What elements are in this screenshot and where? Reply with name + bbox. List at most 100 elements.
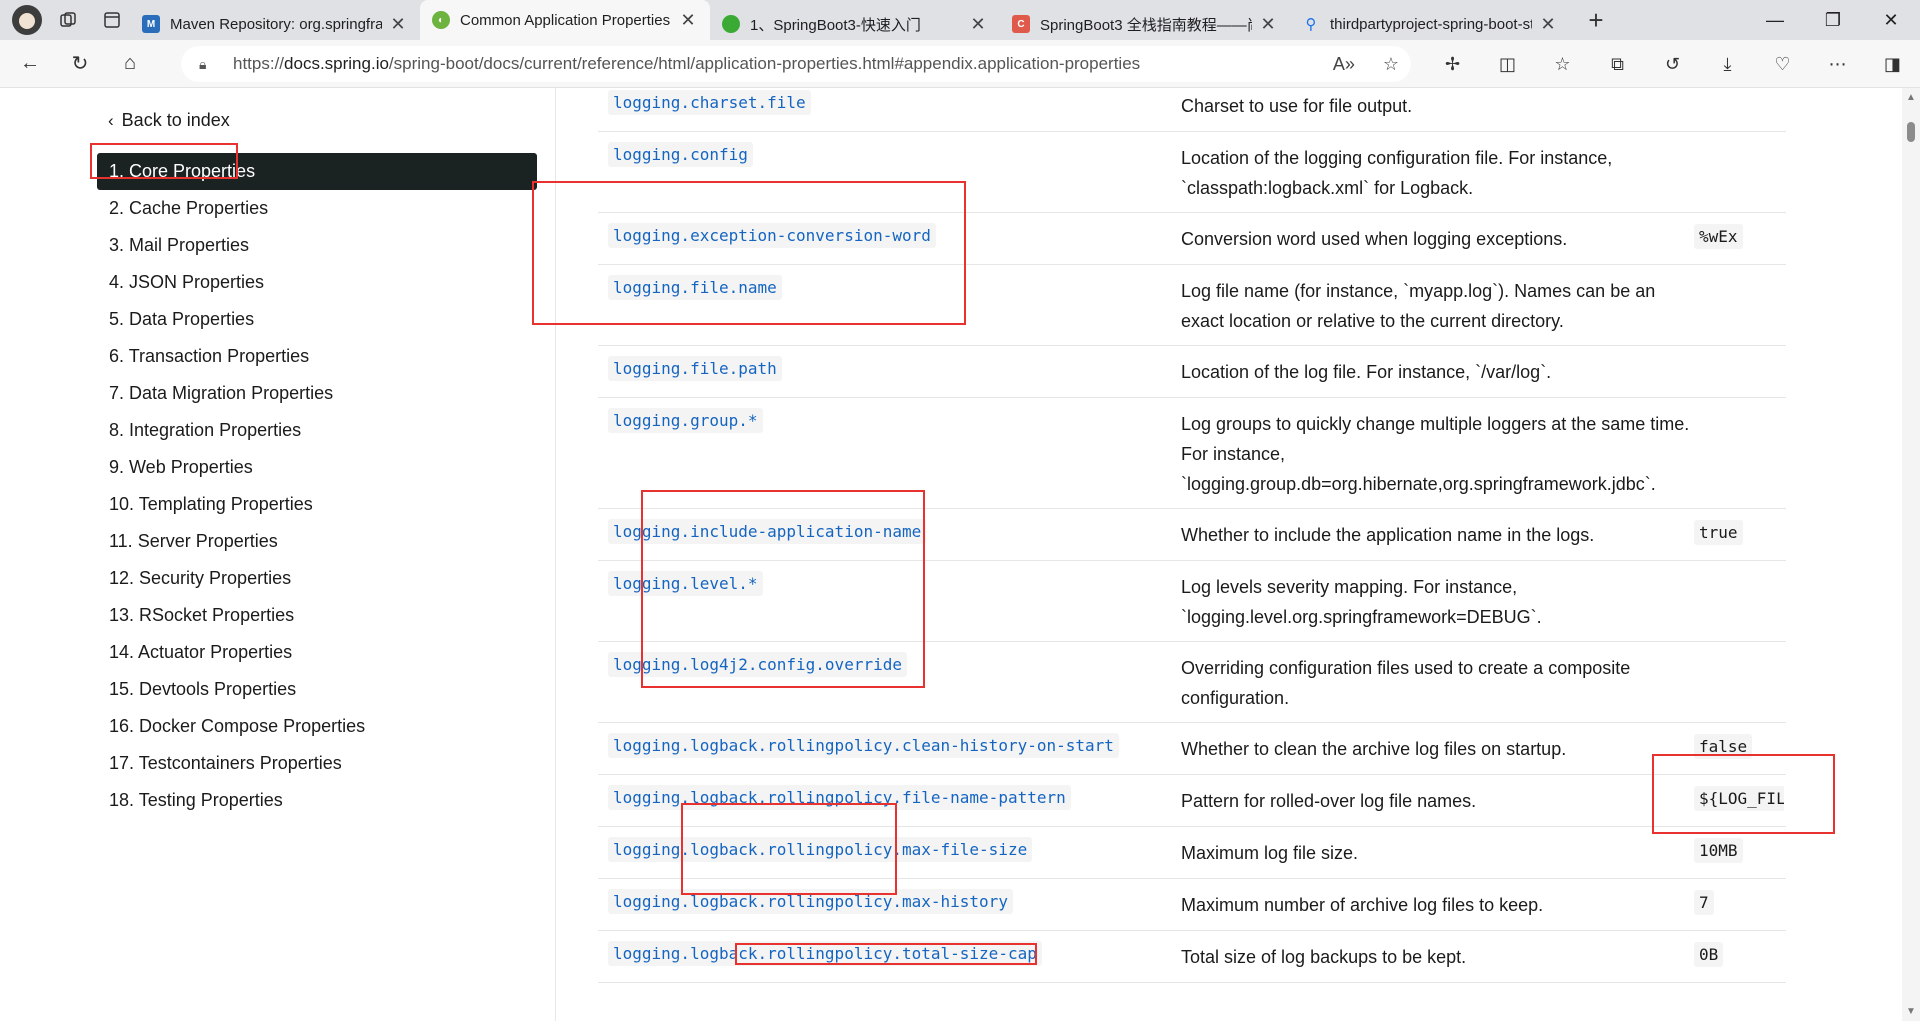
property-default-value: 0B bbox=[1694, 942, 1724, 967]
spring-icon: ◐ bbox=[432, 11, 450, 29]
toc-item[interactable]: 17. Testcontainers Properties bbox=[97, 745, 537, 782]
scrollbar-thumb[interactable] bbox=[1907, 122, 1915, 142]
performance-icon[interactable]: ♡ bbox=[1755, 54, 1810, 75]
sidebar-toggle-icon[interactable]: ◨ bbox=[1865, 54, 1920, 75]
omnibox-actions: A» ☆ bbox=[1333, 54, 1399, 75]
toc-sidebar: ‹ Back to index 1. Core Properties 2. Cac… bbox=[0, 88, 556, 1021]
annotation-box bbox=[90, 143, 238, 179]
property-description: Log groups to quickly change multiple lo… bbox=[1181, 414, 1690, 494]
tab-maven[interactable]: M Maven Repository: org.springframework … bbox=[130, 8, 420, 40]
property-description: Conversion word used when logging except… bbox=[1181, 229, 1568, 249]
maximize-icon[interactable]: ❐ bbox=[1804, 0, 1862, 40]
close-icon[interactable]: ✕ bbox=[1258, 14, 1278, 35]
split-screen-icon[interactable]: ◫ bbox=[1480, 54, 1535, 75]
property-description: Overriding configuration files used to c… bbox=[1181, 658, 1631, 708]
property-row: logging.charset.file Charset to use for f… bbox=[598, 88, 1786, 132]
tab-bar: M Maven Repository: org.springframework … bbox=[0, 0, 1920, 40]
back-arrow-icon[interactable]: ← bbox=[10, 46, 50, 82]
scroll-up-icon[interactable]: ▲ bbox=[1906, 92, 1916, 103]
back-to-index-link[interactable]: ‹ Back to index bbox=[108, 110, 230, 131]
tab-title: Maven Repository: org.springframework bbox=[170, 15, 382, 33]
annotation-box bbox=[735, 943, 1037, 965]
workspaces-icon[interactable] bbox=[50, 4, 86, 36]
scrollbar[interactable]: ▲ ▼ bbox=[1902, 88, 1920, 1021]
lock-icon[interactable]: 🔒︎ bbox=[199, 56, 219, 73]
toc-item[interactable]: 4. JSON Properties bbox=[97, 264, 537, 301]
new-tab-button[interactable]: + bbox=[1576, 4, 1616, 36]
toc-item[interactable]: 5. Data Properties bbox=[97, 301, 537, 338]
close-icon[interactable]: ✕ bbox=[968, 14, 988, 35]
property-row: logging.logback.rollingpolicy.clean-hist… bbox=[598, 723, 1786, 775]
toc-item[interactable]: 13. RSocket Properties bbox=[97, 597, 537, 634]
scroll-down-icon[interactable]: ▼ bbox=[1906, 1006, 1916, 1017]
c-icon: C bbox=[1012, 15, 1030, 33]
home-icon[interactable]: ⌂ bbox=[110, 46, 150, 82]
tab-actions-icon[interactable] bbox=[94, 4, 130, 36]
annotation-box bbox=[641, 490, 925, 688]
property-name-cell: logging.file.path bbox=[608, 356, 782, 381]
refresh-icon[interactable]: ↻ bbox=[60, 46, 100, 82]
property-description: Total size of log backups to be kept. bbox=[1181, 947, 1467, 967]
address-bar: ← ↻ ⌂ 🔒︎ https://docs.spring.io/spring-b… bbox=[0, 40, 1920, 88]
property-description: Pattern for rolled-over log file names. bbox=[1181, 791, 1477, 811]
close-window-icon[interactable]: ✕ bbox=[1862, 0, 1920, 40]
tab-title: thirdpartyproject-spring-boot-starter bbox=[1330, 15, 1532, 33]
toc-item[interactable]: 15. Devtools Properties bbox=[97, 671, 537, 708]
property-default-cell: %wEx bbox=[1694, 224, 1784, 249]
property-description: Log levels severity mapping. For instanc… bbox=[1181, 577, 1542, 627]
more-icon[interactable]: ⋯ bbox=[1810, 54, 1865, 75]
property-description: Log file name (for instance, `myapp.log`… bbox=[1181, 281, 1656, 331]
property-name-cell: logging.group.* bbox=[608, 408, 763, 433]
property-name-link[interactable]: logging.logback.rollingpolicy.clean-hist… bbox=[608, 733, 1119, 758]
collections-icon[interactable]: ⧉ bbox=[1590, 54, 1645, 75]
toc-item[interactable]: 18. Testing Properties bbox=[97, 782, 537, 819]
profile-avatar[interactable] bbox=[12, 5, 42, 35]
url-path: /spring-boot/docs/current/reference/html… bbox=[388, 54, 1141, 73]
minimize-icon[interactable]: — bbox=[1746, 0, 1804, 40]
toc-list: 1. Core Properties 2. Cache Properties 3. … bbox=[97, 153, 537, 819]
tab-title: Common Application Properties bbox=[460, 11, 671, 29]
tab-springboot3-quickstart[interactable]: 1、SpringBoot3-快速入门 ✕ bbox=[710, 8, 1000, 40]
property-default-cell: 0B bbox=[1694, 942, 1784, 967]
close-icon[interactable]: ✕ bbox=[678, 10, 698, 31]
toolbar-icons: ✢ ◫ ☆ ⧉ ↺ ⤓ ♡ ⋯ ◨ bbox=[1425, 40, 1920, 88]
property-name-link[interactable]: logging.charset.file bbox=[608, 90, 811, 115]
toc-item[interactable]: 7. Data Migration Properties bbox=[97, 375, 537, 412]
toc-item[interactable]: 3. Mail Properties bbox=[97, 227, 537, 264]
close-icon[interactable]: ✕ bbox=[388, 14, 408, 35]
tab-thirdpartyproject[interactable]: ⚲ thirdpartyproject-spring-boot-starter … bbox=[1290, 8, 1570, 40]
tab-title: SpringBoot3 全栈指南教程——尚硅谷 bbox=[1040, 16, 1252, 34]
toc-item[interactable]: 9. Web Properties bbox=[97, 449, 537, 486]
page: ‹ Back to index 1. Core Properties 2. Cac… bbox=[0, 88, 1920, 1021]
property-default-value: true bbox=[1694, 520, 1743, 545]
tab-common-application-properties[interactable]: ◐ Common Application Properties ✕ bbox=[420, 0, 710, 40]
read-aloud-icon[interactable]: A» bbox=[1333, 54, 1355, 75]
toc-item[interactable]: 16. Docker Compose Properties bbox=[97, 708, 537, 745]
property-name-cell: logging.config bbox=[608, 142, 753, 167]
favorites-icon[interactable]: ☆ bbox=[1535, 54, 1590, 75]
toc-item[interactable]: 11. Server Properties bbox=[97, 523, 537, 560]
toc-item[interactable]: 8. Integration Properties bbox=[97, 412, 537, 449]
toc-item[interactable]: 12. Security Properties bbox=[97, 560, 537, 597]
property-description: Maximum number of archive log files to k… bbox=[1181, 895, 1544, 915]
property-name-link[interactable]: logging.config bbox=[608, 142, 753, 167]
toc-item[interactable]: 14. Actuator Properties bbox=[97, 634, 537, 671]
close-icon[interactable]: ✕ bbox=[1538, 14, 1558, 35]
property-default-cell: true bbox=[1694, 520, 1784, 545]
toc-item[interactable]: 10. Templating Properties bbox=[97, 486, 537, 523]
history-icon[interactable]: ↺ bbox=[1645, 54, 1700, 75]
toc-item[interactable]: 6. Transaction Properties bbox=[97, 338, 537, 375]
url-input[interactable]: 🔒︎ https://docs.spring.io/spring-boot/do… bbox=[181, 46, 1411, 82]
back-label: Back to index bbox=[121, 110, 230, 130]
toc-item[interactable]: 2. Cache Properties bbox=[97, 190, 537, 227]
property-description: Charset to use for file output. bbox=[1181, 96, 1413, 116]
property-name-link[interactable]: logging.file.path bbox=[608, 356, 782, 381]
tab-springboot3-guide[interactable]: C SpringBoot3 全栈指南教程——尚硅谷 ✕ bbox=[1000, 8, 1290, 40]
property-description: Maximum log file size. bbox=[1181, 843, 1359, 863]
property-default-value: 7 bbox=[1694, 890, 1714, 915]
property-name-link[interactable]: logging.group.* bbox=[608, 408, 763, 433]
favorite-star-icon[interactable]: ☆ bbox=[1383, 54, 1399, 75]
downloads-icon[interactable]: ⤓ bbox=[1700, 54, 1755, 75]
circle-icon bbox=[722, 15, 740, 33]
extensions-icon[interactable]: ✢ bbox=[1425, 54, 1480, 75]
